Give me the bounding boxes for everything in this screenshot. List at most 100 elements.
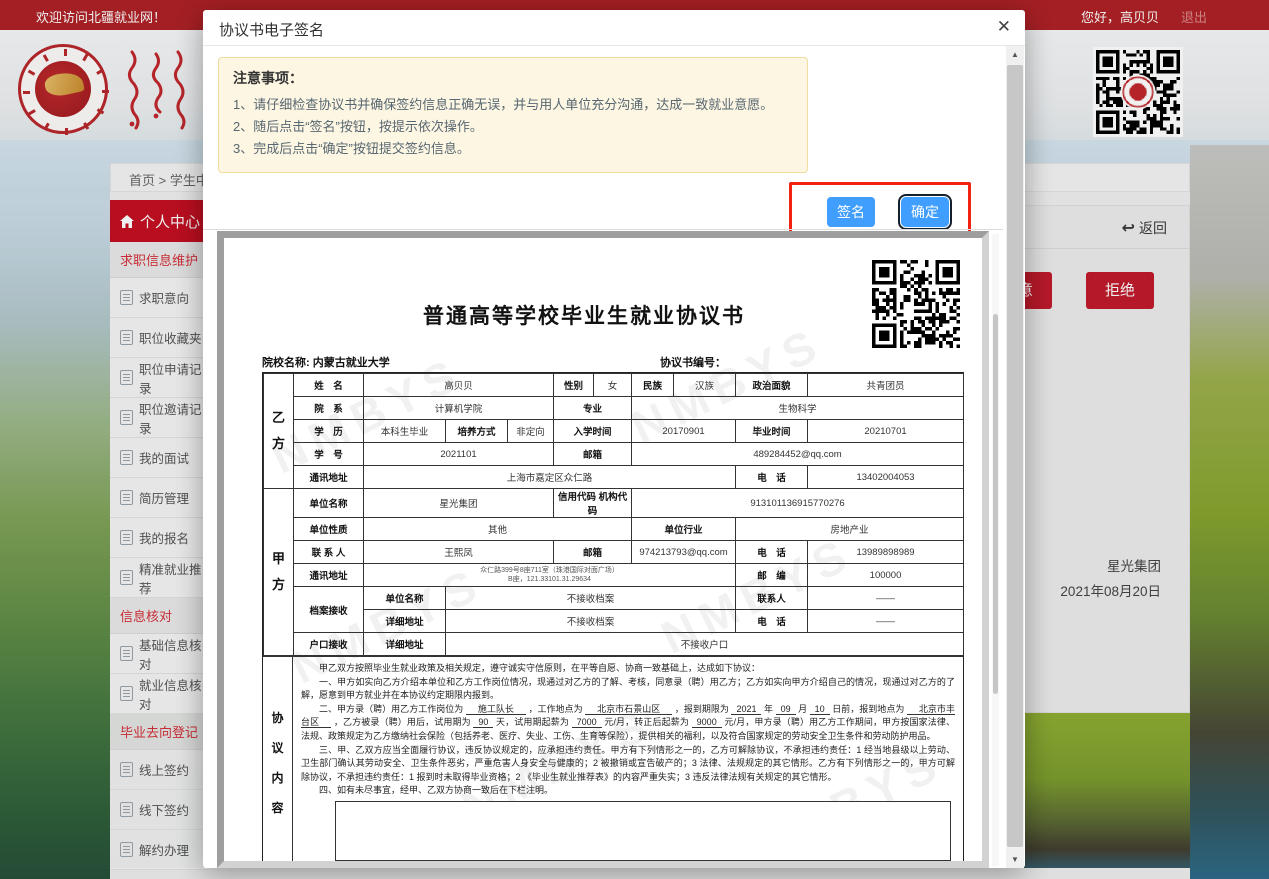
table-cell: 女	[594, 374, 632, 397]
school-name: 院校名称: 内蒙古就业大学	[262, 354, 390, 370]
table-cell: 不接收户口	[446, 633, 964, 656]
table-cell: 邮箱	[554, 443, 632, 466]
modal-scrollbar-thumb[interactable]	[1007, 65, 1023, 847]
table-cell: 2021101	[364, 443, 554, 466]
table-cell: 户口接收	[294, 633, 364, 656]
notice-box: 注意事项： 1、请仔细检查协议书并确保签约信息正确无误，并与用人单位充分沟通，达…	[218, 57, 808, 173]
table-cell: 甲 方	[264, 489, 294, 656]
document-scrollbar-thumb[interactable]	[993, 314, 998, 694]
table-cell: 13989898989	[808, 541, 964, 564]
table-cell: 联系人	[736, 587, 808, 610]
table-cell: 姓 名	[294, 374, 364, 397]
table-cell: ——	[808, 587, 964, 610]
remarks-box	[335, 801, 951, 861]
table-row: 通讯地址众仁路399号8座711室（珠港国际对面广场） B座，121.33101…	[264, 564, 964, 587]
agreement-clause: 四、如有未尽事宜，经甲、乙双方协商一致后在下栏注明。	[301, 784, 955, 798]
table-cell: 489284452@qq.com	[632, 443, 964, 466]
scroll-up-icon[interactable]: ▲	[1006, 46, 1024, 63]
notice-title: 注意事项：	[233, 68, 793, 88]
sign-button[interactable]: 签名	[827, 197, 875, 227]
table-cell: 13402004053	[808, 466, 964, 489]
table-row: 户口接收详细地址不接收户口	[264, 633, 964, 656]
table-cell: 计算机学院	[364, 397, 554, 420]
confirm-button[interactable]: 确定	[901, 197, 949, 227]
table-cell: 邮箱	[554, 541, 632, 564]
table-cell: 通讯地址	[294, 564, 364, 587]
table-cell: 信用代码 机构代码	[554, 489, 632, 518]
table-cell: 不接收档案	[446, 610, 736, 633]
table-row: 学 号2021101邮箱489284452@qq.com	[264, 443, 964, 466]
table-row: 乙 方姓 名高贝贝性别女民族汉族政治面貌共青团员	[264, 374, 964, 397]
table-cell: 上海市嘉定区众仁路	[364, 466, 736, 489]
table-cell: 政治面貌	[736, 374, 808, 397]
table-cell: 非定向	[508, 420, 554, 443]
agreement-document-viewer: NMBYSNMBYSNMBYSNMBYSNMBYSNMBYS 普通高等学校毕业生…	[217, 231, 989, 868]
notice-item: 2、随后点击“签名”按钮，按提示依次操作。	[233, 116, 793, 138]
table-cell: 单位名称	[364, 587, 446, 610]
table-cell: 院 系	[294, 397, 364, 420]
close-icon[interactable]: ✕	[997, 17, 1011, 37]
table-cell: 详细地址	[364, 610, 446, 633]
table-cell: 单位名称	[294, 489, 364, 518]
agreement-clause: 一、甲方如实向乙方介绍本单位和乙方工作岗位情况，现通过对乙方的了解、考核，同意录…	[301, 676, 955, 703]
table-cell: 学 历	[294, 420, 364, 443]
table-row: 学 历本科生毕业培养方式非定向入学时间20170901毕业时间20210701	[264, 420, 964, 443]
notice-items: 1、请仔细检查协议书并确保签约信息正确无误，并与用人单位充分沟通，达成一致就业意…	[233, 94, 793, 160]
table-cell: 电 话	[736, 541, 808, 564]
table-cell: ——	[808, 610, 964, 633]
table-cell: 房地产业	[736, 518, 964, 541]
agreement-clause: 三、甲、乙双方应当全面履行协议，违反协议规定的，应承担违约责任。甲方有下列情形之…	[301, 744, 955, 785]
notice-item: 3、完成后点击“确定”按钮提交签约信息。	[233, 138, 793, 160]
table-cell: 单位性质	[294, 518, 364, 541]
agreement-table-wrap: 乙 方姓 名高贝贝性别女民族汉族政治面貌共青团员院 系计算机学院专业生物科学学 …	[262, 372, 964, 861]
modal-divider	[203, 229, 1003, 230]
table-row: 档案接收单位名称不接收档案联系人——	[264, 587, 964, 610]
table-cell: 生物科学	[632, 397, 964, 420]
agreement-number-label: 协议书编号：	[660, 354, 726, 370]
table-cell: 入学时间	[554, 420, 632, 443]
agreement-title: 普通高等学校毕业生就业协议书	[224, 300, 944, 330]
modal-scrollbar[interactable]: ▲ ▼	[1006, 46, 1024, 868]
document-scrollbar[interactable]	[992, 234, 999, 866]
table-row: 联 系 人王熙凤邮箱974213793@qq.com电 话13989898989	[264, 541, 964, 564]
table-cell: 不接收档案	[446, 587, 736, 610]
modal-title: 协议书电子签名	[219, 19, 324, 40]
table-cell: 详细地址	[364, 633, 446, 656]
agreement-clauses: 甲乙双方按照毕业生就业政策及相关规定，遵守诚实守信原则，在平等自愿、协商一致基础…	[293, 657, 963, 861]
table-cell: 974213793@qq.com	[632, 541, 736, 564]
table-cell: 星光集团	[364, 489, 554, 518]
agreement-clause: 二、甲方录（聘）用乙方工作岗位为 施工队长 ，工作地点为 北京市石景山区 ，报到…	[301, 703, 955, 744]
scroll-down-icon[interactable]: ▼	[1006, 851, 1024, 868]
table-cell: 单位行业	[632, 518, 736, 541]
table-cell: 专业	[554, 397, 632, 420]
table-cell: 邮 编	[736, 564, 808, 587]
table-cell: 众仁路399号8座711室（珠港国际对面广场） B座，121.33101.31.…	[364, 564, 736, 587]
table-row: 甲 方单位名称星光集团信用代码 机构代码913101136915770276	[264, 489, 964, 518]
table-row: 详细地址不接收档案电 话——	[264, 610, 964, 633]
agreement-content-row: 协 议 内 容 甲乙双方按照毕业生就业政策及相关规定，遵守诚实守信原则，在平等自…	[263, 656, 963, 861]
table-cell: 联 系 人	[294, 541, 364, 564]
table-row: 院 系计算机学院专业生物科学	[264, 397, 964, 420]
table-cell: 王熙凤	[364, 541, 554, 564]
table-cell: 乙 方	[264, 374, 294, 489]
table-cell: 高贝贝	[364, 374, 554, 397]
table-cell: 培养方式	[446, 420, 508, 443]
table-cell: 性别	[554, 374, 594, 397]
table-cell: 其他	[364, 518, 632, 541]
table-row: 通讯地址上海市嘉定区众仁路电 话13402004053	[264, 466, 964, 489]
notice-item: 1、请仔细检查协议书并确保签约信息正确无误，并与用人单位充分沟通，达成一致就业意…	[233, 94, 793, 116]
agreement-table: 乙 方姓 名高贝贝性别女民族汉族政治面貌共青团员院 系计算机学院专业生物科学学 …	[263, 373, 963, 656]
table-cell: 电 话	[736, 466, 808, 489]
table-cell: 毕业时间	[736, 420, 808, 443]
modal-header: 协议书电子签名 ✕	[203, 10, 1025, 46]
table-cell: 电 话	[736, 610, 808, 633]
table-cell: 本科生毕业	[364, 420, 446, 443]
table-cell: 20170901	[632, 420, 736, 443]
table-cell: 通讯地址	[294, 466, 364, 489]
content-label: 协 议 内 容	[263, 657, 293, 861]
table-cell: 学 号	[294, 443, 364, 466]
table-cell: 档案接收	[294, 587, 364, 633]
table-cell: 20210701	[808, 420, 964, 443]
table-cell: 共青团员	[808, 374, 964, 397]
table-cell: 100000	[808, 564, 964, 587]
